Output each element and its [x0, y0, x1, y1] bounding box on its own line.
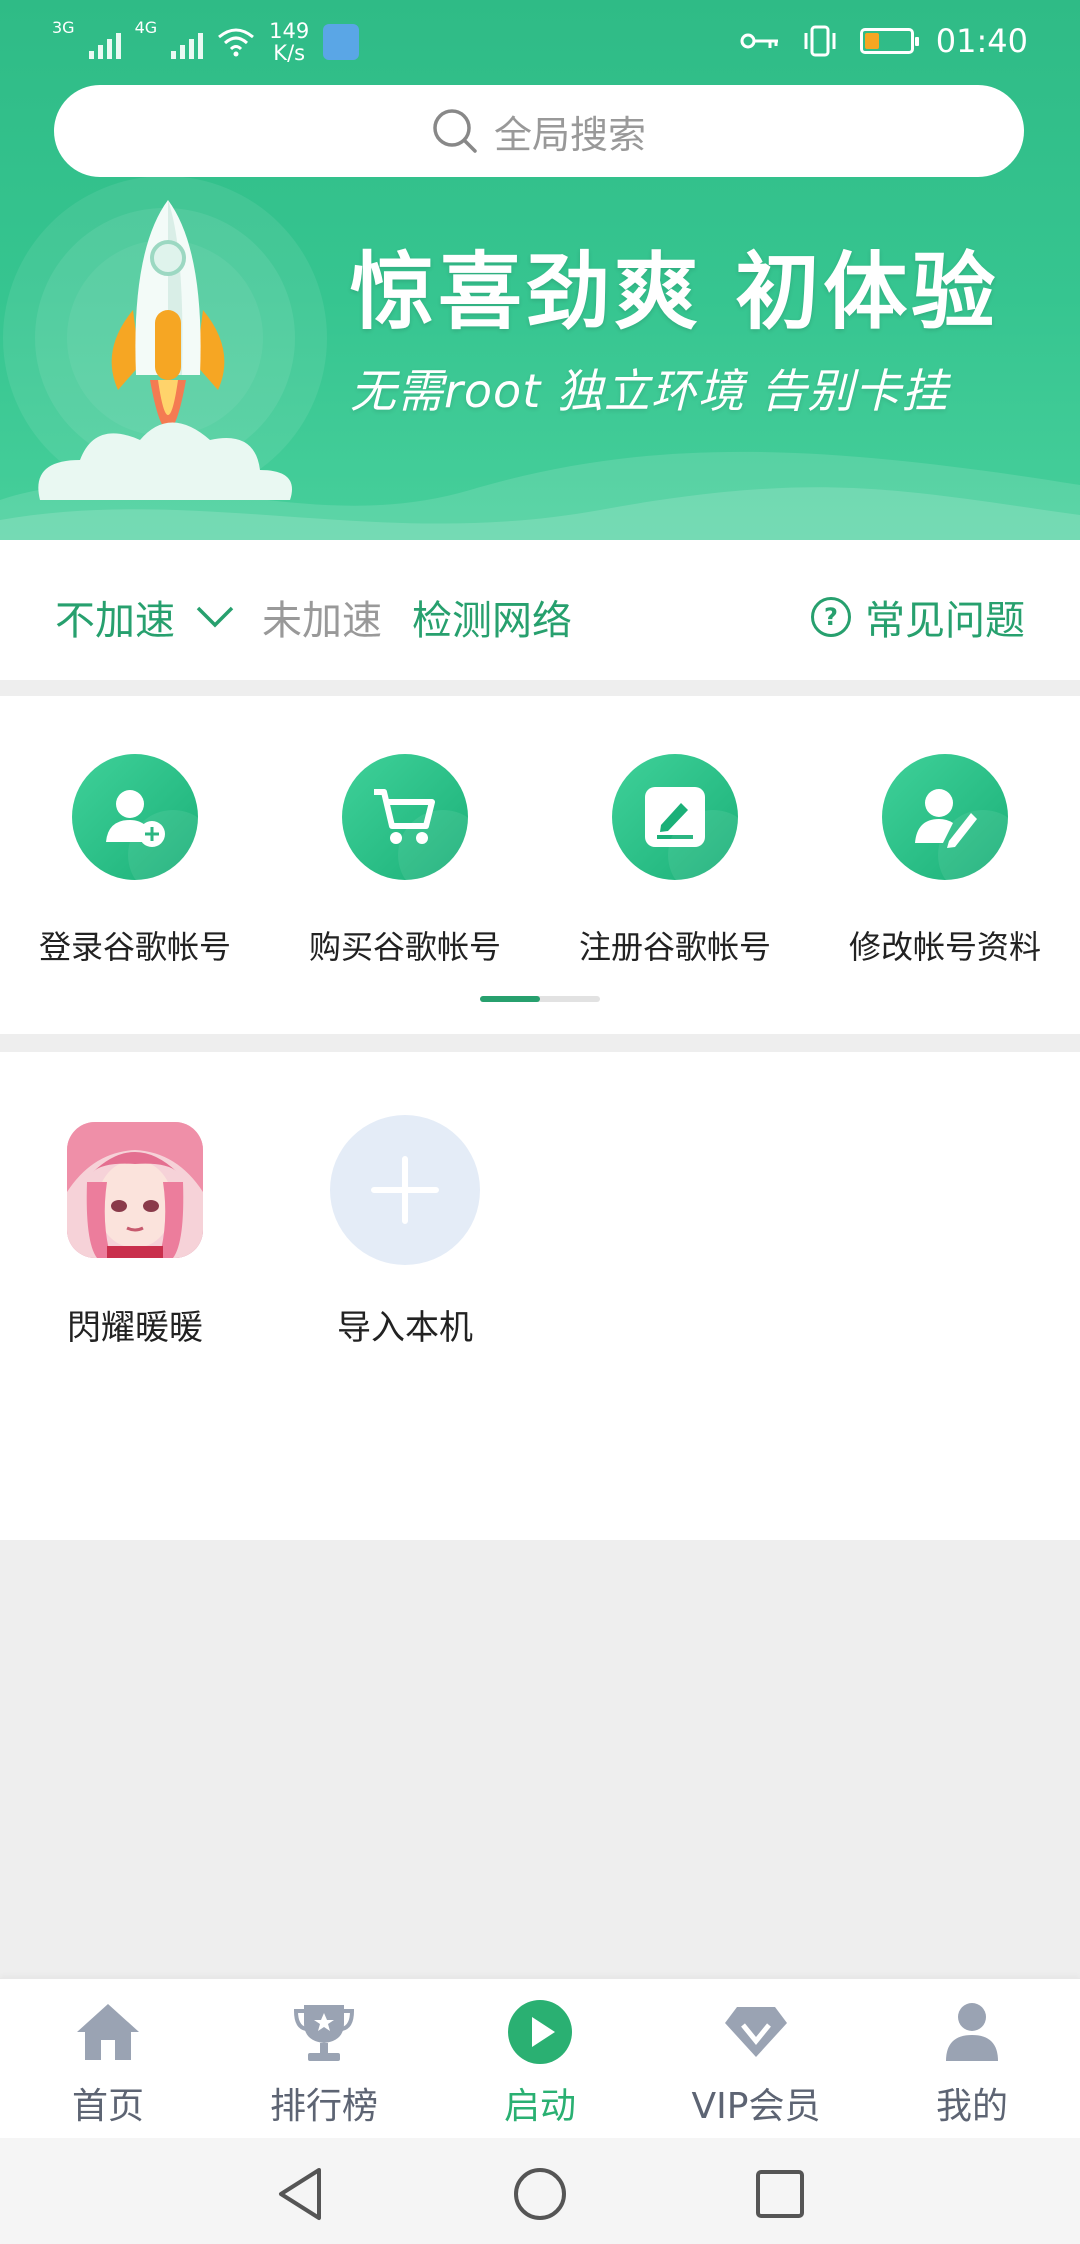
header-banner: 3G 4G 149 K/s 01:40 全局搜索 惊喜劲爽 初体验 无需root… — [0, 0, 1080, 540]
bottom-navigation: 首页 排行榜 启动 VIP会员 我的 — [0, 1978, 1080, 2138]
edit-icon — [612, 754, 738, 880]
account-action-label: 修改帐号资料 — [848, 928, 1041, 966]
import-local-app-button[interactable]: 导入本机 — [270, 1115, 540, 1349]
account-action-label: 登录谷歌帐号 — [38, 928, 231, 966]
app-label: 閃耀暖暖 — [67, 1308, 203, 1348]
rocket-illustration — [3, 176, 327, 500]
nav-label: 首页 — [71, 2086, 144, 2127]
trophy-icon — [216, 1997, 432, 2067]
nav-vip[interactable]: VIP会员 — [648, 1997, 864, 2129]
account-action-label: 购买谷歌帐号 — [308, 928, 501, 966]
nav-launch[interactable]: 启动 — [432, 1997, 648, 2129]
key-icon — [740, 33, 778, 49]
edit-account-info-button[interactable]: 修改帐号资料 — [810, 754, 1080, 968]
network-type-1: 3G — [52, 18, 75, 37]
banner-subline: 无需root 独立环境 告别卡挂 — [350, 364, 949, 418]
detect-network-link[interactable]: 检测网络 — [412, 588, 572, 646]
user-edit-icon — [882, 754, 1008, 880]
buy-google-account-button[interactable]: 购买谷歌帐号 — [270, 754, 540, 968]
wifi-icon — [218, 28, 255, 57]
nav-home[interactable]: 首页 — [0, 1997, 216, 2129]
nav-leaderboard[interactable]: 排行榜 — [216, 1997, 432, 2129]
home-circle-icon[interactable] — [512, 2166, 568, 2222]
signal-icon — [88, 25, 121, 59]
accel-status-text: 未加速 — [262, 598, 382, 644]
banner-headline: 惊喜劲爽 初体验 — [350, 243, 1000, 341]
faq-label: 常见问题 — [865, 598, 1025, 644]
play-icon — [432, 1997, 648, 2067]
diamond-icon — [648, 1997, 864, 2067]
account-action-label: 注册谷歌帐号 — [578, 928, 771, 966]
nav-label: 启动 — [503, 2086, 576, 2127]
nav-label: 排行榜 — [269, 2086, 378, 2127]
recents-icon[interactable] — [752, 2166, 808, 2222]
accel-mode-label: 不加速 — [55, 598, 175, 644]
user-add-icon — [72, 754, 198, 880]
acceleration-bar: 不加速 未加速 检测网络 ? 常见问题 — [0, 540, 1080, 680]
shining-nikki-app-icon — [67, 1122, 203, 1258]
app-notification-icon — [323, 24, 360, 60]
chevron-down-icon — [196, 606, 234, 628]
nav-label: 我的 — [935, 2086, 1008, 2127]
search-icon — [433, 109, 477, 153]
clock: 01:40 — [935, 22, 1028, 60]
cart-icon — [342, 754, 468, 880]
register-google-account-button[interactable]: 注册谷歌帐号 — [540, 754, 810, 968]
login-google-account-button[interactable]: 登录谷歌帐号 — [0, 754, 270, 968]
faq-link[interactable]: ? 常见问题 — [811, 588, 1025, 646]
network-type-2: 4G — [134, 18, 158, 37]
app-grid: 閃耀暖暖 导入本机 — [0, 1052, 1080, 1540]
google-account-shortcuts: 登录谷歌帐号 购买谷歌帐号 注册谷歌帐号 修改帐号资料 — [0, 696, 1080, 1034]
app-shining-nikki[interactable]: 閃耀暖暖 — [0, 1122, 270, 1349]
home-icon — [0, 1997, 216, 2067]
battery-icon — [859, 28, 919, 54]
status-bar: 3G 4G 149 K/s 01:40 — [0, 0, 1080, 84]
person-icon — [864, 1997, 1080, 2067]
plus-icon — [330, 1115, 480, 1265]
nav-mine[interactable]: 我的 — [864, 1997, 1080, 2129]
app-label: 导入本机 — [337, 1308, 473, 1348]
system-navigation-bar — [0, 2138, 1080, 2244]
signal-icon-2 — [171, 25, 204, 59]
page-indicator-active — [480, 996, 540, 1002]
nav-label: VIP会员 — [691, 2086, 821, 2127]
accel-mode-dropdown[interactable]: 不加速 — [55, 588, 235, 646]
page-indicator — [480, 996, 600, 1002]
network-speed: 149 K/s — [269, 19, 310, 65]
back-icon[interactable] — [272, 2166, 328, 2222]
vibrate-icon — [804, 25, 836, 57]
question-icon: ? — [811, 597, 851, 637]
search-placeholder: 全局搜索 — [493, 112, 646, 157]
